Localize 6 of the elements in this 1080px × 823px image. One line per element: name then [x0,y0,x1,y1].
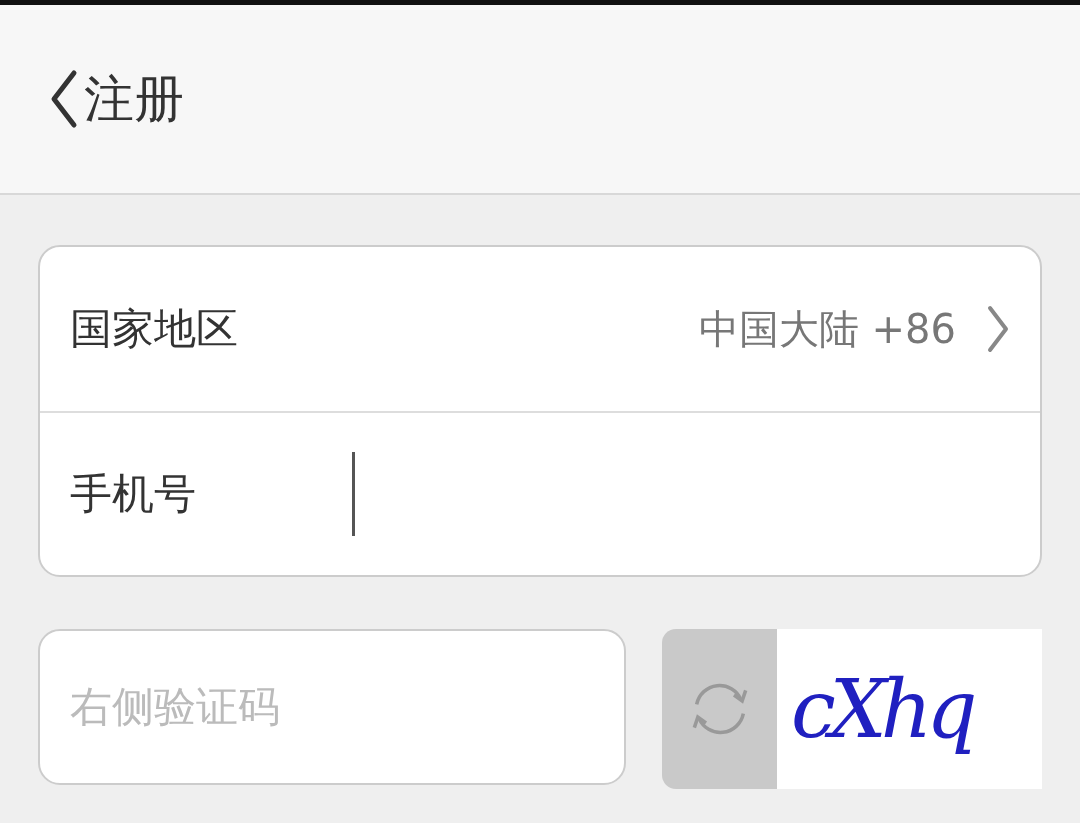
chevron-right-icon [986,304,1010,354]
field-label: 手机号 [70,468,197,520]
captcha-code: cXhq [791,662,972,756]
region-selector[interactable]: 国家地区 中国大陆 +86 [40,247,1040,411]
refresh-button[interactable] [662,629,777,789]
page-title: 注册 [84,68,184,130]
